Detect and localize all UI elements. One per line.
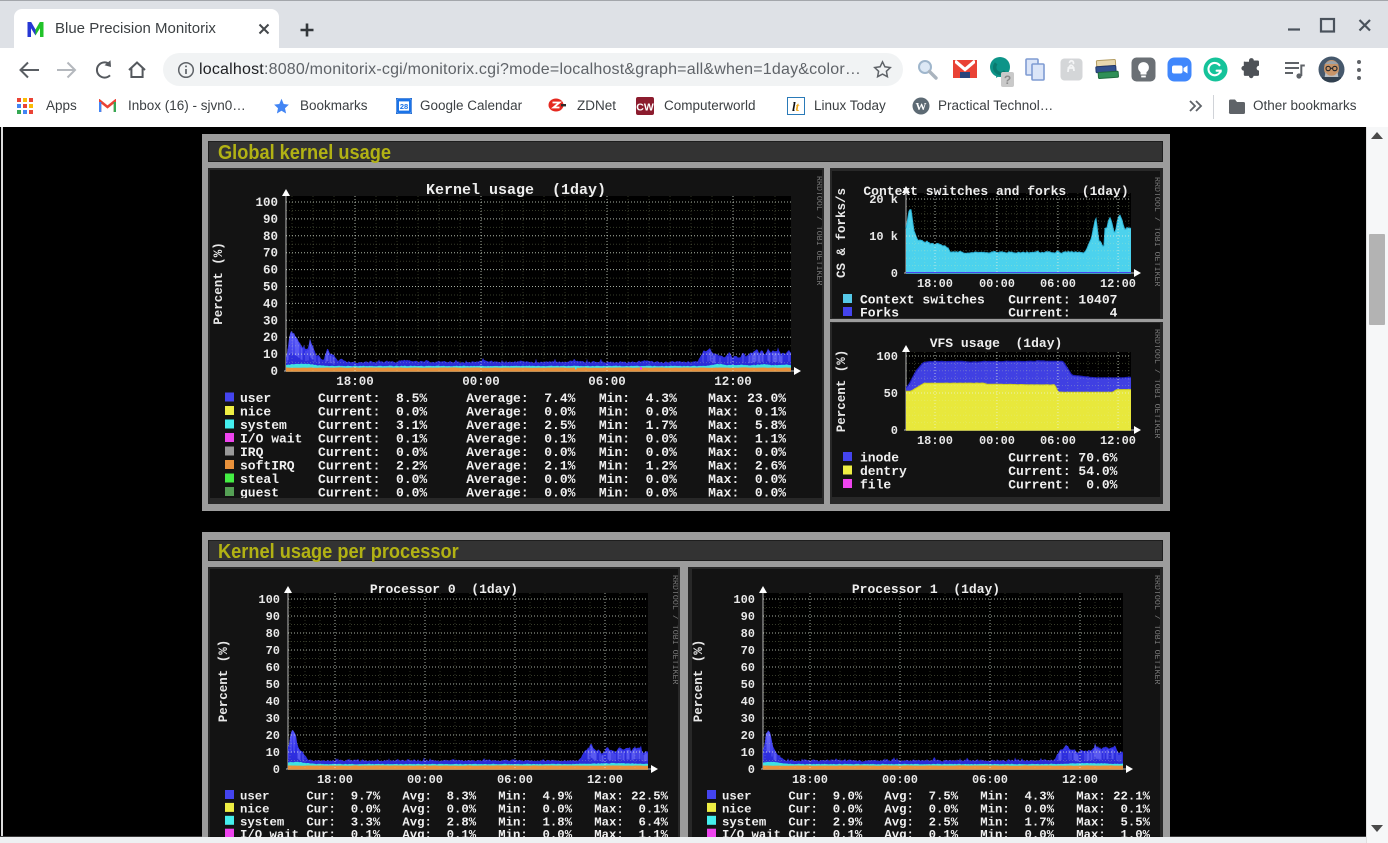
svg-text:12:00: 12:00	[1100, 434, 1136, 448]
svg-text:18:00: 18:00	[917, 434, 953, 448]
svg-text:30: 30	[741, 712, 755, 726]
svg-text:100: 100	[255, 196, 278, 210]
svg-text:12:00: 12:00	[1100, 277, 1136, 291]
svg-text:0: 0	[270, 365, 278, 379]
svg-text:VFS usage (1day): VFS usage (1day)	[930, 336, 1063, 351]
svg-text:18:00: 18:00	[336, 375, 374, 389]
svg-text:100: 100	[258, 593, 280, 607]
svg-text:06:00: 06:00	[1040, 434, 1076, 448]
svg-text:06:00: 06:00	[1040, 277, 1076, 291]
svg-text:RRDTOOL / TOBI OETIKER: RRDTOOL / TOBI OETIKER	[1152, 575, 1160, 685]
svg-text:40: 40	[263, 297, 278, 311]
svg-text:system Cur: 2.9% Avg: 2.: system Cur: 2.9% Avg: 2.5% Min: 1.7% Max…	[722, 815, 1151, 829]
svg-text:20: 20	[741, 729, 755, 743]
svg-text:50: 50	[263, 281, 278, 295]
svg-text:40: 40	[266, 695, 280, 709]
svg-text:20 k: 20 k	[869, 193, 898, 207]
svg-text:30: 30	[266, 712, 280, 726]
svg-text:12:00: 12:00	[714, 375, 752, 389]
svg-text:Processor 1 (1day): Processor 1 (1day)	[852, 582, 1000, 597]
svg-text:user Cur: 9.7% Avg: 8.: user Cur: 9.7% Avg: 8.3% Min: 4.9% Max: …	[240, 790, 669, 804]
svg-text:12:00: 12:00	[587, 773, 623, 787]
svg-text:user Cur: 9.0% Avg: 7.: user Cur: 9.0% Avg: 7.5% Min: 4.3% Max: …	[722, 790, 1151, 804]
svg-text:RRDTOOL / TOBI OETIKER: RRDTOOL / TOBI OETIKER	[814, 176, 822, 286]
svg-text:Percent (%): Percent (%)	[835, 350, 849, 433]
svg-text:60: 60	[263, 264, 278, 278]
svg-text:00:00: 00:00	[882, 773, 918, 787]
svg-text:?: ?	[1004, 73, 1011, 87]
svg-text:W: W	[916, 101, 927, 113]
svg-text:RRDTOOL / TOBI OETIKER: RRDTOOL / TOBI OETIKER	[670, 575, 678, 685]
svg-text:RRDTOOL / TOBI OETIKER: RRDTOOL / TOBI OETIKER	[1152, 329, 1160, 439]
svg-text:80: 80	[741, 627, 755, 641]
svg-text:06:00: 06:00	[972, 773, 1008, 787]
svg-text:system Cur: 3.3% Avg: 2.: system Cur: 3.3% Avg: 2.8% Min: 1.8% Max…	[240, 815, 669, 829]
svg-text:20: 20	[266, 729, 280, 743]
svg-text:CW: CW	[636, 102, 654, 114]
svg-text:90: 90	[741, 610, 755, 624]
svg-text:RRDTOOL / TOBI OETIKER: RRDTOOL / TOBI OETIKER	[1152, 177, 1160, 287]
svg-text:70: 70	[263, 247, 278, 261]
svg-text:Context switches and forks (1: Context switches and forks (1day)	[863, 184, 1128, 199]
svg-text:0: 0	[748, 763, 755, 777]
svg-text:06:00: 06:00	[588, 375, 626, 389]
svg-text:80: 80	[266, 627, 280, 641]
svg-text:10: 10	[263, 348, 278, 362]
svg-text:100: 100	[876, 350, 898, 364]
svg-text:Kernel usage (1day): Kernel usage (1day)	[426, 182, 606, 199]
svg-text:50: 50	[741, 678, 755, 692]
svg-text:18:00: 18:00	[917, 277, 953, 291]
svg-text:10 k: 10 k	[869, 230, 898, 244]
svg-text:06:00: 06:00	[497, 773, 533, 787]
svg-text:CS & forks/s: CS & forks/s	[835, 188, 849, 278]
svg-text:30: 30	[263, 314, 278, 328]
svg-text:90: 90	[263, 213, 278, 227]
svg-text:file Current: 0: file Current: 0.0%	[860, 478, 1118, 493]
svg-text:00:00: 00:00	[979, 277, 1015, 291]
svg-text:20: 20	[263, 331, 278, 345]
svg-text:Percent (%): Percent (%)	[692, 640, 706, 723]
svg-text:0: 0	[891, 424, 898, 438]
svg-text:Percent (%): Percent (%)	[212, 242, 226, 325]
svg-text:guest Current: 0.0% A: guest Current: 0.0% Average: 0.0% Min: 0…	[240, 486, 786, 499]
svg-text:00:00: 00:00	[979, 434, 1015, 448]
svg-text:Processor 0 (1day): Processor 0 (1day)	[370, 582, 518, 597]
svg-text:00:00: 00:00	[407, 773, 443, 787]
svg-text:60: 60	[266, 661, 280, 675]
svg-text:28: 28	[400, 102, 408, 111]
svg-text:40: 40	[741, 695, 755, 709]
svg-text:I/O wait Cur: 0.1% Avg: 0.: I/O wait Cur: 0.1% Avg: 0.1% Min: 0.0% M…	[722, 828, 1151, 837]
svg-text:Forks Current:: Forks Current: 4	[860, 306, 1118, 319]
svg-text:nice Cur: 0.0% Avg: 0.: nice Cur: 0.0% Avg: 0.0% Min: 0.0% Max: …	[722, 802, 1151, 816]
svg-text:90: 90	[266, 610, 280, 624]
svg-text:18:00: 18:00	[792, 773, 828, 787]
svg-text:I/O wait Cur: 0.1% Avg: 0.: I/O wait Cur: 0.1% Avg: 0.1% Min: 0.0% M…	[240, 828, 669, 837]
svg-text:100: 100	[733, 593, 755, 607]
svg-text:Percent (%): Percent (%)	[217, 640, 231, 723]
svg-text:70: 70	[266, 644, 280, 658]
svg-text:50: 50	[266, 678, 280, 692]
svg-text:60: 60	[741, 661, 755, 675]
svg-text:70: 70	[741, 644, 755, 658]
svg-text:80: 80	[263, 230, 278, 244]
svg-text:18:00: 18:00	[317, 773, 353, 787]
svg-text:0: 0	[273, 763, 280, 777]
svg-text:12:00: 12:00	[1062, 773, 1098, 787]
svg-text:00:00: 00:00	[462, 375, 500, 389]
svg-text:t: t	[796, 99, 800, 114]
svg-text:50: 50	[884, 387, 898, 401]
svg-text:10: 10	[741, 746, 755, 760]
svg-text:nice Cur: 0.0% Avg: 0.: nice Cur: 0.0% Avg: 0.0% Min: 0.0% Max: …	[240, 802, 669, 816]
svg-text:10: 10	[266, 746, 280, 760]
svg-text:0: 0	[891, 267, 898, 281]
